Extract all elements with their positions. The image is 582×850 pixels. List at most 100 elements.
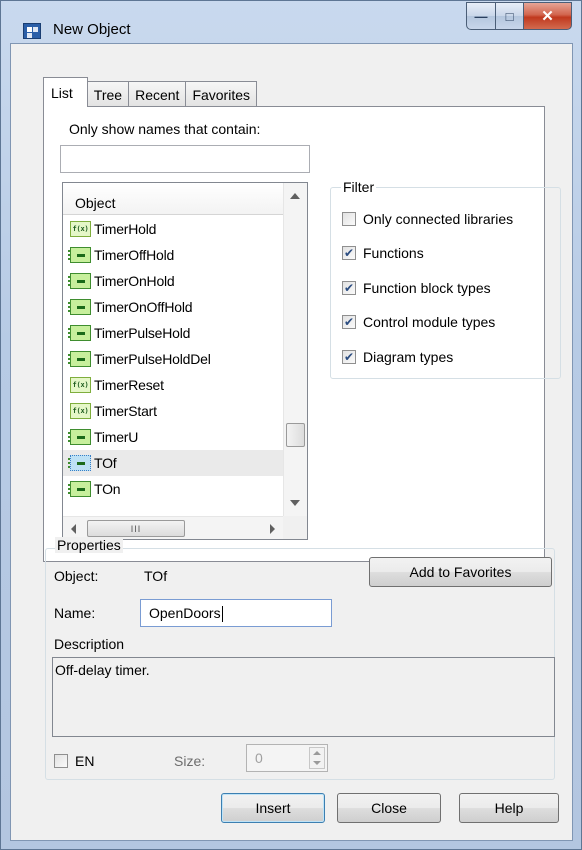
tab-recent[interactable]: Recent [128,81,187,107]
scroll-down-icon[interactable] [290,500,300,506]
function-block-icon [68,455,91,471]
en-checkbox-row[interactable]: EN [54,753,94,769]
function-block-icon [68,481,91,497]
list-item-label: TimerPulseHoldDel [94,351,211,367]
filter-control-module-types[interactable]: ✔ Control module types [342,314,495,330]
tab-tree[interactable]: Tree [86,81,130,107]
tab-strip: List Tree Recent Favorites [43,77,258,107]
checkbox-unchecked-icon[interactable] [54,754,68,768]
function-block-icon [68,273,91,289]
vertical-scroll-thumb[interactable] [286,423,305,447]
checkbox-checked-icon[interactable]: ✔ [342,246,356,260]
minimize-icon: — [474,8,488,24]
scroll-left-icon[interactable] [71,524,76,534]
text-caret [221,606,223,623]
list-item[interactable]: f(x) TimerStart [63,398,283,424]
list-item-label: TimerReset [94,377,164,393]
name-label: Name: [54,605,96,621]
scroll-corner [283,516,307,539]
spin-down-icon[interactable] [313,761,321,765]
size-spin-buttons[interactable] [309,747,325,769]
filter-function-block-types[interactable]: ✔ Function block types [342,280,491,296]
list-item[interactable]: f(x) TimerHold [63,216,283,242]
filter-functions[interactable]: ✔ Functions [342,245,424,261]
spin-up-icon[interactable] [313,751,321,755]
checkbox-label: Only connected libraries [363,211,514,227]
list-item[interactable]: TimerOffHold [63,242,283,268]
checkbox-label: Function block types [363,280,491,296]
dialog-client-area: List Tree Recent Favorites Only show nam… [10,43,573,841]
filter-diagram-types[interactable]: ✔ Diagram types [342,349,453,365]
function-block-icon [68,429,91,445]
window-title: New Object [53,21,131,38]
list-item-selected[interactable]: TOf [63,450,283,476]
checkbox-label: Control module types [363,314,496,330]
search-input[interactable] [60,145,310,173]
list-item[interactable]: TimerPulseHoldDel [63,346,283,372]
list-item-label: TOf [94,455,117,471]
caption-buttons: — □ ✕ [466,2,572,30]
function-block-icon [68,247,91,263]
description-textarea[interactable]: Off-delay timer. [52,657,555,737]
close-icon: ✕ [541,8,554,25]
list-item-label: TimerOffHold [94,247,175,263]
horizontal-scroll-thumb[interactable]: III [87,520,185,537]
list-item[interactable]: TimerU [63,424,283,450]
list-item[interactable]: TOn [63,476,283,502]
size-spinbox[interactable]: 0 [246,744,328,772]
maximize-button[interactable]: □ [496,2,524,30]
help-button[interactable]: Help [459,793,559,823]
size-label: Size: [174,753,206,769]
object-column-header[interactable]: Object [63,183,283,215]
object-listbox[interactable]: Object f(x) TimerHold TimerOffHold Timer… [62,182,308,540]
list-tab-panel: Only show names that contain: Object f(x… [43,106,561,562]
list-item[interactable]: TimerOnOffHold [63,294,283,320]
add-to-favorites-button[interactable]: Add to Favorites [369,557,552,587]
description-label: Description [54,636,125,652]
function-icon: f(x) [70,403,91,419]
name-field-value: OpenDoors [149,605,221,621]
checkbox-unchecked-icon[interactable] [342,212,356,226]
scroll-right-icon[interactable] [270,524,275,534]
size-value: 0 [255,750,263,766]
list-item[interactable]: TimerPulseHold [63,320,283,346]
tab-favorites[interactable]: Favorites [185,81,258,107]
en-label: EN [75,753,95,769]
properties-legend: Properties [55,537,123,553]
function-block-icon [68,351,91,367]
function-block-icon [68,299,91,315]
list-item-label: TimerPulseHold [94,325,191,341]
list-item[interactable]: TimerOnHold [63,268,283,294]
function-icon: f(x) [70,377,91,393]
insert-button[interactable]: Insert [221,793,325,823]
maximize-icon: □ [505,8,514,24]
list-item-label: TimerOnOffHold [94,299,193,315]
filter-legend: Filter [341,179,377,195]
object-list-items: f(x) TimerHold TimerOffHold TimerOnHold … [63,216,283,502]
name-field[interactable]: OpenDoors [140,599,332,627]
list-item-label: TimerOnHold [94,273,175,289]
title-bar[interactable]: New Object — □ ✕ [1,1,582,43]
object-value: TOf [144,568,168,584]
checkbox-checked-icon[interactable]: ✔ [342,350,356,364]
filter-only-connected-libraries[interactable]: Only connected libraries [342,211,513,227]
checkbox-checked-icon[interactable]: ✔ [342,315,356,329]
tab-list[interactable]: List [43,77,88,107]
close-window-button[interactable]: ✕ [524,2,572,30]
vertical-scrollbar[interactable] [283,183,307,516]
filter-groupbox: Filter Only connected libraries ✔ Functi… [330,179,561,379]
checkbox-label: Functions [363,245,424,261]
horizontal-scrollbar[interactable]: III [63,516,283,539]
scroll-up-icon[interactable] [290,193,300,199]
list-item-label: TimerStart [94,403,157,419]
close-button[interactable]: Close [337,793,441,823]
list-item[interactable]: f(x) TimerReset [63,372,283,398]
checkbox-checked-icon[interactable]: ✔ [342,281,356,295]
checkbox-label: Diagram types [363,349,454,365]
list-item-label: TimerHold [94,221,157,237]
function-icon: f(x) [70,221,91,237]
minimize-button[interactable]: — [466,2,496,30]
app-icon [23,23,41,39]
window-frame: New Object — □ ✕ List Tree Recent Favori… [0,0,582,850]
function-block-icon [68,325,91,341]
